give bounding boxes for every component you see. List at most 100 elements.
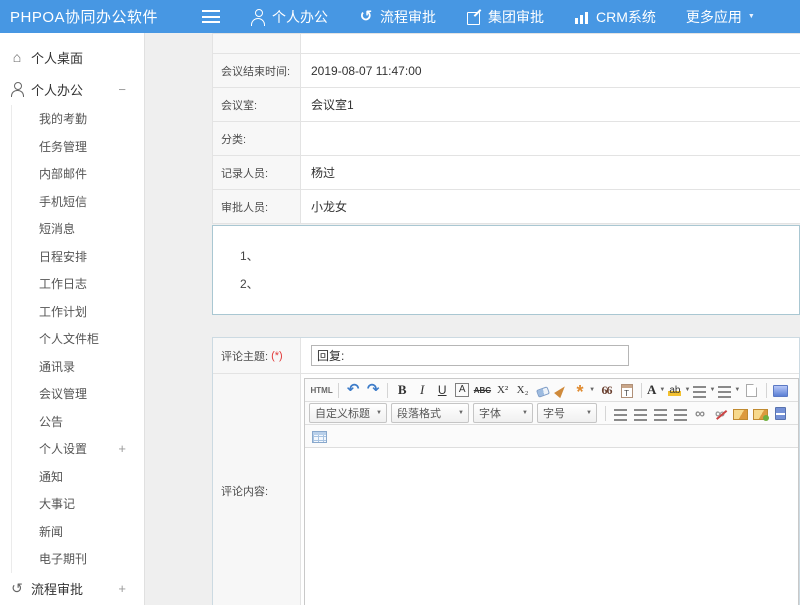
- user-icon: [10, 82, 24, 97]
- toolbar-subscript-button[interactable]: X₂: [513, 381, 532, 400]
- meeting-minutes-box[interactable]: 1、2、: [212, 225, 800, 315]
- page-body: ⌂个人桌面个人办公−我的考勤任务管理内部邮件手机短信短消息日程安排工作日志工作计…: [0, 33, 800, 605]
- chevron-down-icon: ▼: [586, 410, 592, 416]
- toolbar-source-html-button[interactable]: HTML: [310, 381, 334, 400]
- toolbar-auto-typeset-button[interactable]: *▼: [573, 381, 596, 400]
- rich-text-editor: HTML↶↷BIUAABCX²X₂*▼66A▼ab▼▼▼自定义标题▼段落格式▼字…: [304, 378, 799, 605]
- sidebar-item-schedule[interactable]: 日程安排: [12, 243, 144, 271]
- sidebar-item-task-management[interactable]: 任务管理: [12, 133, 144, 161]
- toolbar-link-button[interactable]: ∞: [691, 404, 710, 423]
- toolbar-redo-button[interactable]: ↷: [364, 381, 383, 400]
- toolbar-superscript-button[interactable]: X²: [493, 381, 512, 400]
- table-row: 审批人员:小龙女: [213, 190, 800, 224]
- toolbar-new-page-button[interactable]: [742, 381, 761, 400]
- comment-content-label: 评论内容:: [221, 483, 268, 499]
- new-page-icon: [746, 384, 757, 397]
- toolbar-font-color-button[interactable]: A▼: [646, 381, 666, 400]
- toolbar-italic-button[interactable]: I: [413, 381, 432, 400]
- toolbar-insert-table-button[interactable]: [310, 427, 329, 446]
- field-label: [213, 34, 301, 53]
- editor-toolbar-row: [305, 425, 798, 448]
- flow-icon: ↺: [10, 581, 24, 596]
- main-content: 会议结束时间:2019-08-07 11:47:00会议室:会议室1分类:记录人…: [145, 33, 800, 605]
- dropdown-label: 字体: [479, 405, 501, 421]
- hamburger-menu-icon[interactable]: [202, 10, 220, 23]
- home-icon: ⌂: [10, 50, 24, 65]
- sidebar-item-label: 任务管理: [39, 138, 87, 155]
- font-family-dropdown[interactable]: 字体 ▼: [473, 403, 533, 423]
- sidebar-item-personal-desktop[interactable]: ⌂个人桌面: [0, 41, 144, 73]
- toolbar-char-border-button[interactable]: A: [453, 381, 472, 400]
- sidebar-item-memorabilia[interactable]: 大事记: [12, 490, 144, 518]
- editor-content-area[interactable]: [305, 448, 798, 605]
- sidebar-item-mobile-sms[interactable]: 手机短信: [12, 188, 144, 216]
- toolbar-bold-button[interactable]: B: [393, 381, 412, 400]
- nav-item-crm-system[interactable]: CRM系统: [574, 7, 656, 27]
- toolbar-remove-format-button[interactable]: [533, 381, 552, 400]
- toolbar-underline-button[interactable]: U: [433, 381, 452, 400]
- chevron-down-icon: ▼: [522, 410, 528, 416]
- comment-content-row: 评论内容: HTML↶↷BIUAABCX²X₂*▼66A▼ab▼▼▼自定义标题▼…: [213, 374, 799, 605]
- sidebar-item-announcement[interactable]: 公告: [12, 408, 144, 436]
- toolbar-align-left-button[interactable]: [611, 404, 630, 423]
- sidebar-item-work-plan[interactable]: 工作计划: [12, 298, 144, 326]
- sidebar-item-e-journal[interactable]: 电子期刊: [12, 545, 144, 573]
- sidebar-item-meeting-management[interactable]: 会议管理: [12, 380, 144, 408]
- sidebar-item-personal-file-cabinet[interactable]: 个人文件柜: [12, 325, 144, 353]
- toolbar-preview-button[interactable]: [771, 381, 790, 400]
- sidebar-item-label: 工作计划: [39, 303, 87, 320]
- nav-item-more-apps[interactable]: 更多应用▼: [686, 7, 755, 27]
- collapse-icon[interactable]: −: [118, 82, 126, 97]
- font-size-dropdown[interactable]: 字号 ▼: [537, 403, 597, 423]
- toolbar-unlink-button[interactable]: ∞: [711, 404, 730, 423]
- nav-item-group-approval[interactable]: 集团审批: [466, 7, 544, 27]
- custom-title-dropdown[interactable]: 自定义标题▼: [309, 403, 387, 423]
- toolbar-strikethrough-button[interactable]: ABC: [473, 381, 492, 400]
- toolbar-separator: [766, 383, 767, 398]
- expand-icon[interactable]: +: [118, 441, 126, 456]
- toolbar-insert-image-online-button[interactable]: [751, 404, 770, 423]
- field-label: 会议室:: [213, 88, 301, 121]
- toolbar-ordered-list-button[interactable]: ▼: [692, 381, 716, 400]
- personal-office-icon: [250, 9, 266, 25]
- comment-subject-row: 评论主题: (*): [213, 338, 799, 374]
- table-row-partial: [213, 34, 800, 54]
- toolbar-undo-button[interactable]: ↶: [344, 381, 363, 400]
- field-value: 杨过: [301, 156, 800, 189]
- sidebar-item-personal-settings[interactable]: 个人设置+: [12, 435, 144, 463]
- toolbar-align-center-button[interactable]: [631, 404, 650, 423]
- source-html-icon: HTML: [311, 386, 333, 395]
- submenu-personal-office: 我的考勤任务管理内部邮件手机短信短消息日程安排工作日志工作计划个人文件柜通讯录会…: [11, 105, 144, 573]
- sidebar-item-workflow-approval[interactable]: ↺流程审批+: [0, 573, 144, 605]
- sidebar-item-work-log[interactable]: 工作日志: [12, 270, 144, 298]
- toolbar-unordered-list-button[interactable]: ▼: [717, 381, 741, 400]
- comment-subject-input[interactable]: [311, 345, 629, 366]
- sidebar-item-contacts[interactable]: 通讯录: [12, 353, 144, 381]
- toolbar-format-painter-button[interactable]: [553, 381, 572, 400]
- sidebar-item-news[interactable]: 新闻: [12, 518, 144, 546]
- toolbar-page-break-button[interactable]: [771, 404, 790, 423]
- sidebar-item-label: 新闻: [39, 523, 63, 540]
- toolbar-align-justify-button[interactable]: [671, 404, 690, 423]
- sidebar-item-label: 我的考勤: [39, 110, 87, 127]
- sidebar-item-notification[interactable]: 通知: [12, 463, 144, 491]
- toolbar-insert-image-button[interactable]: [731, 404, 750, 423]
- paragraph-format-dropdown[interactable]: 段落格式▼: [391, 403, 469, 423]
- sidebar-item-short-message[interactable]: 短消息: [12, 215, 144, 243]
- toolbar-highlight-color-button[interactable]: ab▼: [667, 381, 691, 400]
- expand-icon[interactable]: +: [118, 581, 126, 596]
- sidebar-item-label: 大事记: [39, 495, 75, 512]
- toolbar-align-right-button[interactable]: [651, 404, 670, 423]
- table-row: 会议室:会议室1: [213, 88, 800, 122]
- editor-toolbar-row: 自定义标题▼段落格式▼ 字体 ▼ 字号 ▼ ∞∞: [305, 402, 798, 425]
- dropdown-label: 字号: [543, 405, 565, 421]
- nav-item-workflow-approval[interactable]: ↺流程审批: [358, 7, 436, 27]
- comment-content-value-cell: HTML↶↷BIUAABCX²X₂*▼66A▼ab▼▼▼自定义标题▼段落格式▼字…: [301, 374, 799, 605]
- sidebar-item-my-attendance[interactable]: 我的考勤: [12, 105, 144, 133]
- nav-item-personal-office[interactable]: 个人办公: [250, 7, 328, 27]
- chevron-down-icon: ▼: [659, 387, 665, 393]
- toolbar-blockquote-button[interactable]: 66: [597, 381, 616, 400]
- toolbar-paste-as-text-button[interactable]: [617, 381, 636, 400]
- sidebar-item-personal-office[interactable]: 个人办公−: [0, 73, 144, 105]
- sidebar-item-internal-mail[interactable]: 内部邮件: [12, 160, 144, 188]
